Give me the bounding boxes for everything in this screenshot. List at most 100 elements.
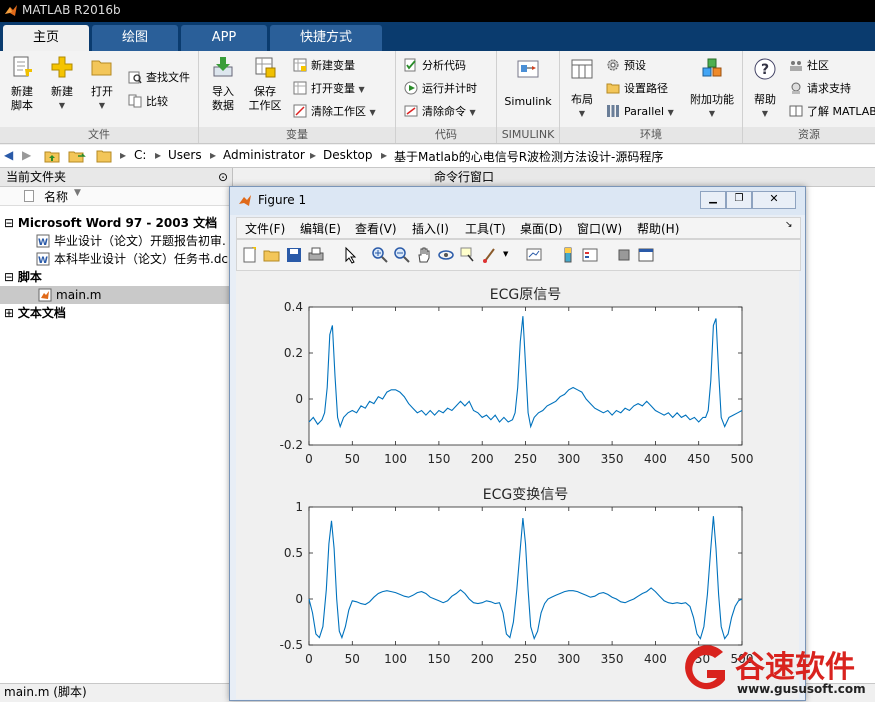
help-button[interactable]: ? 帮助 ▼ [747,57,783,121]
chevron-down-icon[interactable]: ▼ [503,250,508,258]
community-button[interactable]: 社区 [789,57,829,75]
new-button[interactable]: 新建 ▼ [44,55,80,113]
current-folder-title: 当前文件夹 [6,170,67,184]
close-button[interactable]: ✕ [752,191,796,209]
hide-plot-tools-icon[interactable] [615,246,633,264]
open-variable-button[interactable]: 打开变量 ▼ [293,80,365,98]
browse-folder-icon[interactable] [68,148,86,164]
legend-icon[interactable] [581,246,599,264]
clear-workspace-label: 清除工作区 [311,105,366,118]
tab-plots[interactable]: 绘图 [92,25,178,51]
menu-view[interactable]: 查看(V) [355,220,397,237]
menu-edit[interactable]: 编辑(E) [300,220,341,237]
path-segment[interactable]: 基于Matlab的心电信号R波检测方法设计-源码程序 [394,148,663,165]
y-tick-label: 0.4 [284,300,303,314]
show-plot-tools-icon[interactable] [637,246,655,264]
panel-menu-icon[interactable]: ⊙ [218,168,228,186]
path-separator: ▸ [310,148,317,162]
brush-icon[interactable] [481,246,499,264]
chevron-down-icon: ▼ [578,109,586,118]
data-cursor-icon[interactable] [459,246,477,264]
new-script-button[interactable]: 新建 脚本 [4,55,40,113]
matlab-logo-icon [239,195,251,206]
save-icon[interactable] [285,246,303,264]
x-tick-label: 50 [345,652,360,666]
list-item-selected[interactable]: main.m [0,286,232,304]
tree-group-text[interactable]: ⊞ 文本文档 [0,304,232,322]
x-tick-label: 200 [471,452,494,466]
new-figure-icon[interactable] [241,246,259,264]
link-plot-icon[interactable] [525,246,543,264]
menu-file[interactable]: 文件(F) [245,220,285,237]
menu-window[interactable]: 窗口(W) [577,220,622,237]
maximize-button[interactable]: ❐ [726,191,752,209]
path-segment[interactable]: Users [168,148,202,162]
list-item[interactable]: W 毕业设计（论文）开题报告初审. [0,232,232,250]
chevron-down-icon: ▼ [369,108,376,117]
menu-desktop[interactable]: 桌面(D) [520,220,563,237]
clear-commands-icon [404,105,418,117]
pointer-icon[interactable] [341,246,359,264]
rotate-3d-icon[interactable] [437,246,455,264]
learn-matlab-button[interactable]: 了解 MATLAB [789,103,875,121]
layout-icon [571,59,593,79]
figure-canvas[interactable]: ECG原信号 0 50 100 150 200 250 300 350 400 450 500 -0.2… [236,271,799,699]
x-tick-label: 350 [601,452,624,466]
run-and-time-button[interactable]: 运行并计时 [404,80,477,98]
tab-shortcuts[interactable]: 快捷方式 [270,25,382,51]
open-button[interactable]: 打开 ▼ [84,55,120,113]
add-ons-button[interactable]: 附加功能 ▼ [686,57,738,121]
run-and-time-label: 运行并计时 [422,82,477,95]
parallel-button[interactable]: Parallel ▼ [606,103,674,121]
print-icon[interactable] [307,246,325,264]
new-variable-button[interactable]: 新建变量 [293,57,355,75]
expand-icon[interactable]: ⊞ [4,306,14,320]
layout-label: 布局 [571,93,593,106]
menu-insert[interactable]: 插入(I) [412,220,449,237]
set-path-button[interactable]: 设置路径 [606,80,668,98]
figure-title-bar[interactable]: Figure 1 ▁ ❐ ✕ [230,187,805,215]
save-workspace-button[interactable]: 保存 工作区 [245,55,285,113]
plot-area[interactable]: ECG原信号0 50 100 150 200 250 300 350 400 450 500-0.2… [236,271,799,699]
path-segment[interactable]: Desktop [323,148,373,162]
dock-arrow-icon[interactable]: ↘ [785,220,793,230]
preferences-button[interactable]: 预设 [606,57,646,75]
up-folder-icon[interactable] [44,148,60,164]
pan-hand-icon[interactable] [415,246,433,264]
menu-tools[interactable]: 工具(T) [465,220,506,237]
compare-button[interactable]: 比较 [128,93,168,111]
column-header[interactable]: 名称 ▼ [0,187,232,206]
clear-workspace-button[interactable]: 清除工作区 ▼ [293,103,376,121]
word-doc-icon: W [36,234,50,248]
layout-button[interactable]: 布局 ▼ [564,57,600,121]
tree-group-word[interactable]: ⊟ Microsoft Word 97 - 2003 文档 [0,214,232,232]
find-files-button[interactable]: 查找文件 [128,69,190,87]
import-data-button[interactable]: 导入 数据 [205,55,241,113]
path-segment[interactable]: Administrator [223,148,305,162]
simulink-button[interactable]: Simulink [501,57,555,109]
list-item[interactable]: W 本科毕业设计（论文）任务书.dc [0,250,232,268]
current-folder-panel: 当前文件夹 ⊙ 名称 ▼ ⊟ Microsoft Word 97 - 2003 … [0,168,233,683]
clear-commands-button[interactable]: 清除命令 ▼ [404,103,476,121]
current-folder-header: 当前文件夹 ⊙ [0,168,232,187]
menu-help[interactable]: 帮助(H) [637,220,679,237]
analyze-code-button[interactable]: 分析代码 [404,57,466,75]
matlab-logo-icon [5,5,17,16]
figure-toolbar: ▼ [236,239,801,271]
back-arrow-icon[interactable]: ◀ [4,148,13,162]
tree-group-scripts[interactable]: ⊟ 脚本 [0,268,232,286]
path-segment[interactable]: C: [134,148,146,162]
request-support-button[interactable]: 请求支持 [789,80,851,98]
collapse-icon[interactable]: ⊟ [4,216,14,230]
figure-window[interactable]: Figure 1 ▁ ❐ ✕ 文件(F) 编辑(E) 查看(V) 插入(I) 工… [229,186,806,701]
parallel-icon [607,105,619,117]
tab-apps[interactable]: APP [181,25,267,51]
tab-home[interactable]: 主页 [3,25,89,51]
zoom-out-icon[interactable] [393,246,411,264]
colorbar-icon[interactable] [559,246,577,264]
forward-arrow-icon[interactable]: ▶ [22,148,31,162]
minimize-button[interactable]: ▁ [700,191,726,209]
zoom-in-icon[interactable] [371,246,389,264]
open-file-icon[interactable] [263,246,281,264]
collapse-icon[interactable]: ⊟ [4,270,14,284]
